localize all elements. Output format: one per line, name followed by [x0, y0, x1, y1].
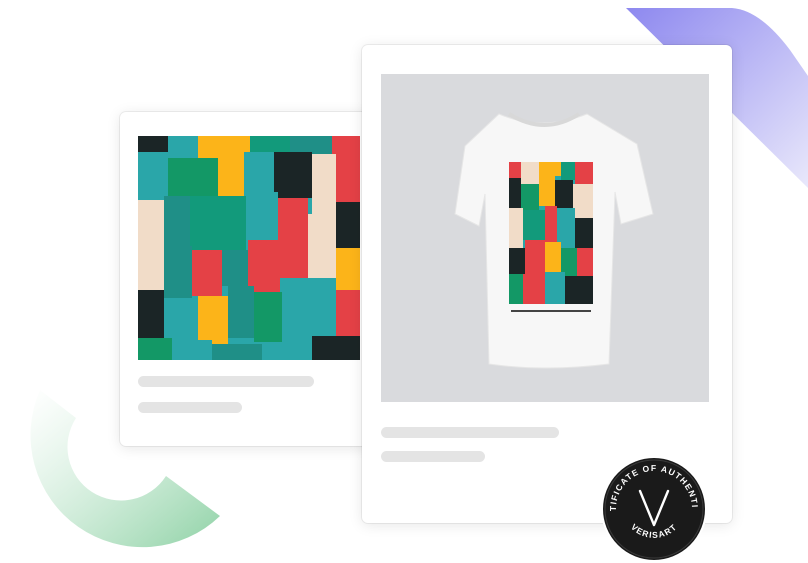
product-title-placeholder	[381, 427, 559, 438]
product-photo	[381, 74, 709, 402]
product-subtitle-placeholder	[381, 451, 485, 462]
white-tshirt-with-print	[454, 112, 654, 369]
artwork-title-placeholder	[138, 376, 314, 387]
product-card[interactable]	[362, 45, 732, 523]
certificate-badge[interactable]: CERTIFICATE OF AUTHENTICITY VERISART	[600, 455, 708, 563]
artwork-subtitle-placeholder	[138, 402, 242, 413]
artwork-card[interactable]	[120, 112, 392, 446]
abstract-color-grid-artwork	[138, 136, 360, 360]
